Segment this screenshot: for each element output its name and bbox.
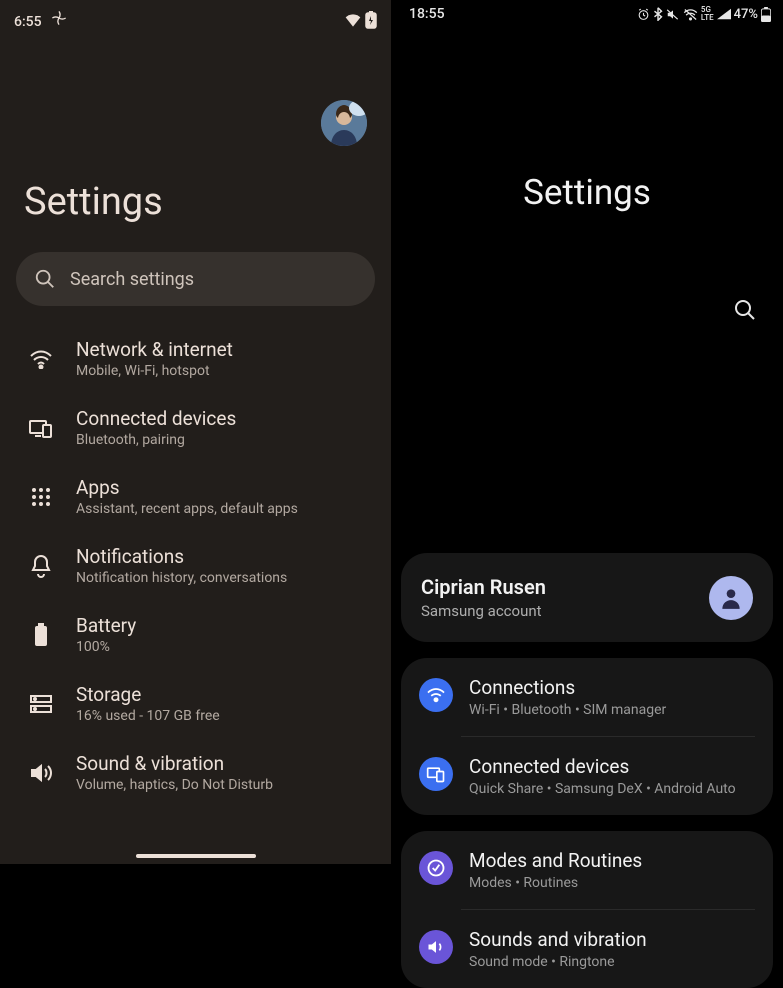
item-subtitle: 16% used - 107 GB free [76,708,220,724]
signal-icon [717,8,731,20]
bell-icon [28,553,54,579]
lte-indicator: 5GLTE [701,6,714,22]
item-subtitle: Notification history, conversations [76,570,287,586]
item-label: Sound & vibration [76,752,273,775]
settings-item-sounds[interactable]: Sounds and vibration Sound mode • Ringto… [401,910,773,988]
item-label: Connected devices [76,407,236,430]
devices-icon [28,415,54,441]
pinwheel-icon [51,10,67,26]
samsung-settings-screen: 18:55 5GLTE 47% Settings Ciprian Rusen S… [391,0,783,864]
search-placeholder: Search settings [70,269,194,290]
settings-item-sound[interactable]: Sound & vibration Volume, haptics, Do No… [0,738,391,807]
mute-icon [666,8,680,21]
apps-grid-icon [28,484,54,510]
item-label: Notifications [76,545,287,568]
item-subtitle: Bluetooth, pairing [76,432,236,448]
item-subtitle: 100% [76,639,136,655]
settings-list: Network & internet Mobile, Wi-Fi, hotspo… [0,306,391,807]
nav-bar-handle[interactable] [136,854,256,858]
settings-item-storage[interactable]: Storage 16% used - 107 GB free [0,669,391,738]
sound-icon [28,760,54,786]
status-time: 6:55 [14,10,67,30]
item-subtitle: Volume, haptics, Do Not Disturb [76,777,273,793]
settings-item-network[interactable]: Network & internet Mobile, Wi-Fi, hotspo… [0,324,391,393]
battery-icon [761,7,771,22]
account-subtitle: Samsung account [421,602,546,620]
item-label: Sounds and vibration [469,928,647,951]
sound-icon [419,930,453,964]
settings-item-notifications[interactable]: Notifications Notification history, conv… [0,531,391,600]
settings-item-connections[interactable]: Connections Wi-Fi • Bluetooth • SIM mana… [401,658,773,736]
settings-group-connections: Connections Wi-Fi • Bluetooth • SIM mana… [401,658,773,815]
settings-item-apps[interactable]: Apps Assistant, recent apps, default app… [0,462,391,531]
samsung-account-card[interactable]: Ciprian Rusen Samsung account [401,553,773,642]
wifi-icon [345,13,361,27]
settings-item-connected-devices[interactable]: Connected devices Bluetooth, pairing [0,393,391,462]
item-label: Modes and Routines [469,849,642,872]
item-label: Connected devices [469,755,736,778]
battery-text: 47% [734,7,758,22]
item-subtitle: Assistant, recent apps, default apps [76,501,298,517]
battery-icon [28,622,54,648]
item-label: Network & internet [76,338,233,361]
status-bar: 6:55 [0,0,391,30]
wifi-icon [419,678,453,712]
search-icon [34,268,56,290]
page-title: Settings [391,22,783,213]
settings-item-connected-devices[interactable]: Connected devices Quick Share • Samsung … [401,737,773,815]
item-subtitle: Quick Share • Samsung DeX • Android Auto [469,781,736,797]
wifi-icon [28,346,54,372]
item-label: Storage [76,683,220,706]
battery-charging-icon [365,11,377,29]
settings-group-modes: Modes and Routines Modes • Routines Soun… [401,831,773,988]
settings-item-modes[interactable]: Modes and Routines Modes • Routines [401,831,773,909]
item-label: Battery [76,614,136,637]
account-name: Ciprian Rusen [421,575,546,599]
item-subtitle: Mobile, Wi-Fi, hotspot [76,363,233,379]
pixel-settings-screen: 6:55 Settings Search settings Network & … [0,0,391,864]
profile-avatar[interactable] [321,100,367,146]
account-avatar-icon [709,576,753,620]
alarm-icon [637,8,650,21]
status-bar: 18:55 5GLTE 47% [391,0,783,22]
item-subtitle: Wi-Fi • Bluetooth • SIM manager [469,702,666,718]
item-subtitle: Modes • Routines [469,875,642,891]
devices-icon [419,757,453,791]
settings-item-battery[interactable]: Battery 100% [0,600,391,669]
modes-icon [419,851,453,885]
status-time: 18:55 [409,6,445,22]
bluetooth-icon [653,7,663,21]
item-label: Apps [76,476,298,499]
search-settings-input[interactable]: Search settings [16,252,375,306]
item-subtitle: Sound mode • Ringtone [469,954,647,970]
item-label: Connections [469,676,666,699]
wifi-off-icon [683,8,698,21]
storage-icon [28,691,54,717]
search-button[interactable] [733,298,757,322]
settings-content: Ciprian Rusen Samsung account Connection… [391,213,783,988]
